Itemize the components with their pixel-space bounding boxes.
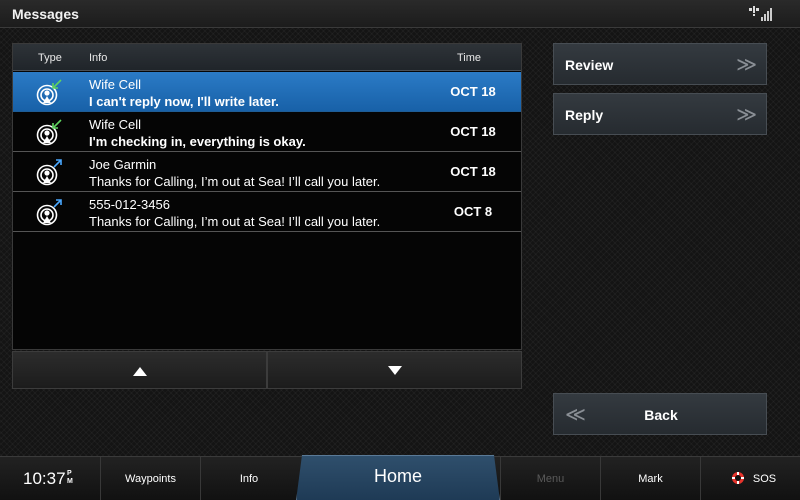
- message-time: OCT 18: [450, 124, 496, 139]
- outgoing-message-icon: [36, 199, 62, 226]
- outgoing-message-icon: [36, 159, 62, 186]
- back-button[interactable]: ≪ Back: [553, 393, 767, 435]
- message-sender: Joe Garmin: [89, 157, 157, 172]
- back-button-label: Back: [644, 407, 678, 423]
- reply-button[interactable]: Reply ≫: [553, 93, 767, 135]
- home-button[interactable]: Home: [296, 455, 500, 500]
- waypoints-label: Waypoints: [125, 473, 176, 485]
- triangle-down-icon: [387, 366, 402, 375]
- message-sender: 555-012-3456: [89, 197, 170, 212]
- info-label: Info: [239, 473, 259, 485]
- clock-time: 10:37: [23, 469, 66, 488]
- bottom-nav-bar: 10:37 PM Waypoints Info Home Menu Mark S…: [0, 455, 800, 500]
- message-sender: Wife Cell: [89, 77, 142, 92]
- message-text: I can't reply now, I'll write later.: [89, 94, 279, 109]
- sos-label: SOS: [752, 473, 777, 485]
- list-scroll-controls: [12, 351, 522, 389]
- mark-label: Mark: [638, 473, 663, 485]
- clock-ampm-bottom: M: [67, 478, 73, 485]
- reply-button-label: Reply: [565, 107, 604, 123]
- double-chevron-right-icon: ≫: [736, 54, 757, 76]
- message-text: Thanks for Calling, I’m out at Sea! I’ll…: [89, 174, 381, 189]
- satellite-signal-icon: [749, 6, 772, 21]
- waypoints-button[interactable]: Waypoints: [100, 457, 200, 500]
- review-button[interactable]: Review ≫: [553, 43, 767, 85]
- mark-button[interactable]: Mark: [600, 457, 700, 500]
- column-header-type: Type: [38, 52, 62, 64]
- message-row[interactable]: 555-012-3456 Thanks for Calling, I’m out…: [13, 192, 521, 232]
- scroll-up-button[interactable]: [12, 351, 267, 389]
- column-header-info: Info: [89, 52, 108, 64]
- menu-label: Menu: [536, 473, 565, 485]
- clock-ampm: PM: [67, 470, 73, 486]
- message-text: I'm checking in, everything is okay.: [89, 134, 306, 149]
- message-row[interactable]: Joe Garmin Thanks for Calling, I’m out a…: [13, 152, 521, 192]
- home-label: Home: [373, 466, 422, 486]
- table-header: Type Info Time: [13, 44, 521, 71]
- menu-button[interactable]: Menu: [500, 457, 600, 500]
- message-time: OCT 18: [450, 164, 496, 179]
- info-button[interactable]: Info: [200, 457, 297, 500]
- message-time: OCT 18: [450, 84, 496, 99]
- double-chevron-right-icon: ≫: [736, 104, 757, 126]
- incoming-message-icon: [36, 79, 62, 106]
- scroll-down-button[interactable]: [267, 351, 522, 389]
- triangle-up-icon: [132, 367, 147, 376]
- message-row[interactable]: Wife Cell I can't reply now, I'll write …: [13, 72, 521, 112]
- message-time: OCT 8: [453, 204, 493, 219]
- sos-button[interactable]: SOS: [700, 457, 800, 500]
- window-title: Messages: [12, 6, 79, 22]
- clock: 10:37 PM: [0, 457, 100, 500]
- title-bar: Messages: [0, 0, 800, 28]
- incoming-message-icon: [36, 119, 62, 146]
- message-text: Thanks for Calling, I’m out at Sea! I’ll…: [89, 214, 381, 229]
- messages-table: Type Info Time Wife Cell I can't reply n…: [12, 43, 522, 350]
- column-header-time: Time: [457, 52, 482, 64]
- clock-ampm-top: P: [67, 470, 72, 477]
- review-button-label: Review: [565, 57, 614, 73]
- message-row[interactable]: Wife Cell I'm checking in, everything is…: [13, 112, 521, 152]
- message-sender: Wife Cell: [89, 117, 142, 132]
